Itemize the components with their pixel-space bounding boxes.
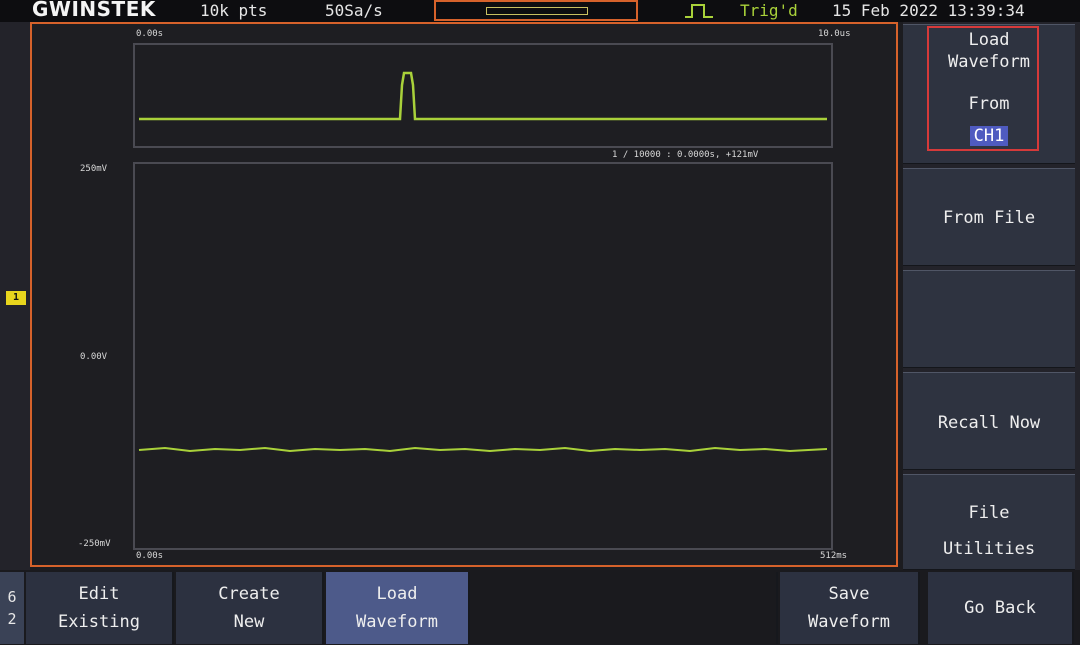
- overview-end-label: 10.0us: [818, 29, 851, 39]
- empty-soft-key: [472, 572, 778, 644]
- load-line2: Waveform: [356, 612, 438, 632]
- edit-line2: Existing: [58, 612, 140, 632]
- memory-window: [486, 7, 588, 15]
- overview-info: 1 / 10000 : 0.0000s, +121mV: [612, 150, 759, 160]
- create-new-button[interactable]: Create New: [176, 572, 324, 644]
- from-file-button[interactable]: From File: [903, 168, 1075, 266]
- create-line2: New: [233, 612, 265, 632]
- recall-now-button[interactable]: Recall Now: [903, 372, 1075, 470]
- overview-trace: [139, 71, 827, 121]
- datetime: 15 Feb 2022 13:39:34: [832, 1, 1025, 20]
- save-line1: Save: [828, 584, 870, 604]
- menu-highlight: [927, 26, 1039, 151]
- main-grid: [133, 162, 833, 550]
- trigger-edge-icon: [685, 4, 713, 18]
- page-top: 6: [7, 588, 17, 606]
- empty-menu-slot: [903, 270, 1075, 368]
- y-bottom-label: -250mV: [78, 539, 111, 549]
- save-waveform-button[interactable]: Save Waveform: [780, 572, 920, 644]
- load-line1: Load: [376, 584, 418, 604]
- trigger-status: Trig'd: [740, 1, 798, 20]
- y-mid-label: 0.00V: [80, 352, 108, 362]
- edit-line1: Edit: [78, 584, 120, 604]
- x-end-label: 512ms: [820, 551, 848, 561]
- file-utilities-line2: Utilities: [942, 539, 1036, 559]
- brand-logo: GWINSTEK: [32, 0, 156, 21]
- create-line1: Create: [218, 584, 280, 604]
- load-waveform-button[interactable]: Load Waveform: [326, 572, 470, 644]
- sample-rate: 50Sa/s: [325, 1, 383, 20]
- memory-bar: [434, 0, 638, 21]
- file-utilities-button[interactable]: File Utilities: [903, 474, 1075, 570]
- edit-existing-button[interactable]: Edit Existing: [26, 572, 174, 644]
- menu-page-indicator: 6 2: [0, 572, 24, 644]
- overview-start-label: 0.00s: [136, 29, 164, 39]
- go-back-button[interactable]: Go Back: [928, 572, 1074, 644]
- x-start-label: 0.00s: [136, 551, 164, 561]
- main-trace: [138, 446, 828, 453]
- record-length: 10k pts: [200, 1, 268, 20]
- page-bottom: 2: [7, 610, 17, 628]
- save-line2: Waveform: [808, 612, 890, 632]
- y-top-label: 250mV: [80, 164, 108, 174]
- file-utilities-line1: File: [968, 503, 1010, 523]
- overview-panel: [133, 43, 833, 148]
- ch1-marker: 1: [6, 291, 26, 305]
